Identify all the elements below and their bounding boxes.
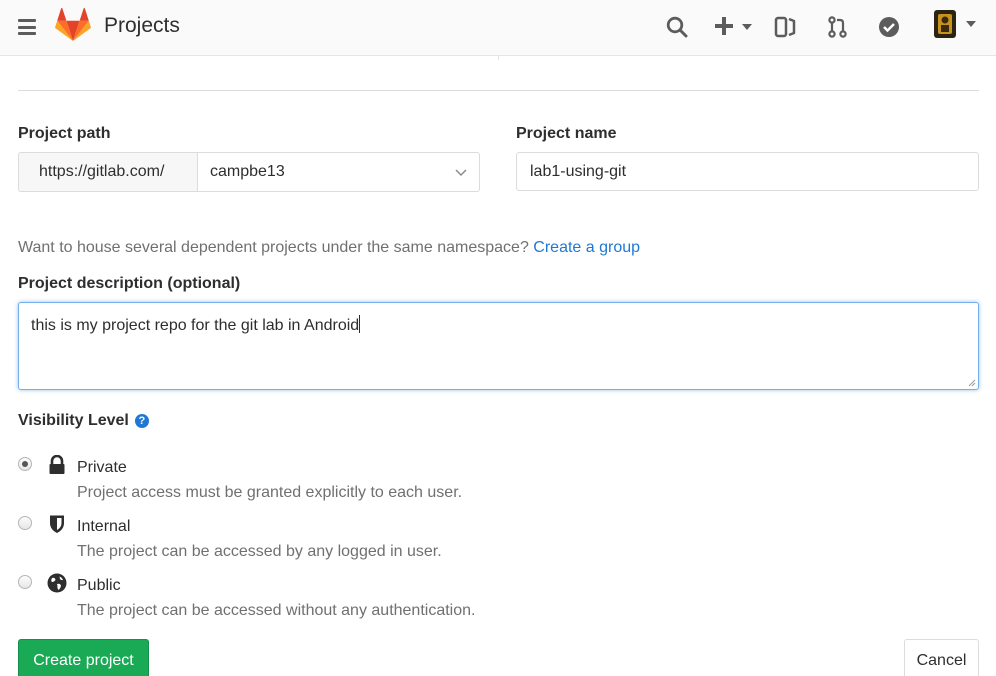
menu-icon[interactable] bbox=[18, 19, 36, 35]
visibility-level-label: Visibility Level? bbox=[18, 412, 149, 430]
description-text: this is my project repo for the git lab … bbox=[31, 317, 360, 334]
section-divider bbox=[18, 90, 979, 91]
globe-icon bbox=[47, 573, 67, 593]
project-description-textarea[interactable]: this is my project repo for the git lab … bbox=[18, 302, 979, 390]
group-help-text: Want to house several dependent projects… bbox=[18, 239, 640, 257]
lock-icon bbox=[49, 455, 65, 474]
visibility-public-title: Public bbox=[77, 577, 121, 594]
tab-separator bbox=[498, 56, 499, 60]
visibility-private-description: Project access must be granted explicitl… bbox=[77, 484, 463, 501]
merge-request-icon[interactable] bbox=[827, 14, 849, 40]
gitlab-logo[interactable] bbox=[55, 8, 91, 42]
project-name-input[interactable]: lab1-using-git bbox=[516, 152, 979, 191]
namespace-select[interactable]: campbe13 bbox=[197, 152, 480, 192]
visibility-radio-private[interactable] bbox=[18, 457, 32, 471]
issues-icon[interactable] bbox=[774, 14, 796, 40]
visibility-radio-public[interactable] bbox=[18, 575, 32, 589]
namespace-value: campbe13 bbox=[210, 163, 285, 180]
cancel-button[interactable]: Cancel bbox=[904, 639, 979, 676]
visibility-private-title: Private bbox=[77, 459, 127, 476]
visibility-internal-description: The project can be accessed by any logge… bbox=[77, 543, 442, 560]
resize-grip-icon[interactable] bbox=[968, 379, 976, 387]
visibility-public-description: The project can be accessed without any … bbox=[77, 602, 476, 619]
create-project-button[interactable]: Create project bbox=[18, 639, 149, 676]
search-icon[interactable] bbox=[666, 14, 688, 40]
top-navbar: Projects bbox=[0, 0, 996, 56]
project-path-prefix: https://gitlab.com/ bbox=[18, 152, 198, 192]
project-description-label: Project description (optional) bbox=[18, 275, 241, 292]
visibility-radio-internal[interactable] bbox=[18, 516, 32, 530]
group-help-message: Want to house several dependent projects… bbox=[18, 239, 529, 256]
help-icon[interactable]: ? bbox=[134, 414, 149, 428]
app-title[interactable]: Projects bbox=[104, 14, 180, 38]
avatar[interactable] bbox=[932, 10, 980, 38]
text-caret bbox=[359, 315, 361, 333]
shield-icon bbox=[50, 515, 64, 533]
visibility-level-text: Visibility Level bbox=[18, 412, 129, 429]
create-group-link[interactable]: Create a group bbox=[533, 239, 640, 256]
plus-icon[interactable] bbox=[714, 14, 754, 40]
project-path-label: Project path bbox=[18, 125, 111, 142]
chevron-down-icon bbox=[455, 169, 467, 177]
visibility-internal-title: Internal bbox=[77, 518, 131, 535]
todo-icon[interactable] bbox=[878, 14, 900, 40]
project-name-label: Project name bbox=[516, 125, 617, 142]
